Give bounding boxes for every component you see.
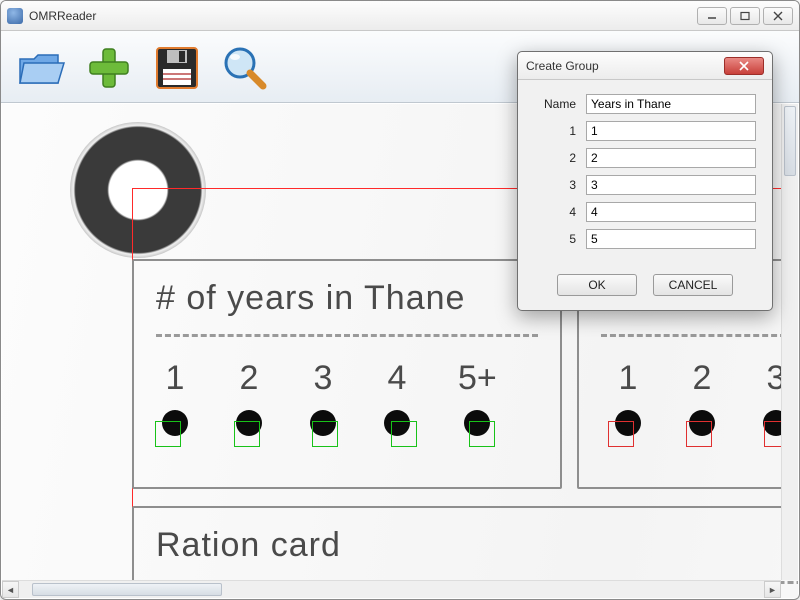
window-title: OMRReader <box>29 9 697 23</box>
floppy-save-icon <box>150 43 202 91</box>
horizontal-scrollbar[interactable]: ◄ ► <box>2 580 781 598</box>
value-4-field[interactable] <box>586 202 756 222</box>
java-icon <box>7 8 23 24</box>
form-group-years: # of years in Thane 1 2 3 4 5+ <box>132 259 562 489</box>
group-header: # of years in Thane <box>156 279 538 318</box>
scroll-left-icon[interactable]: ◄ <box>2 581 19 598</box>
value-5-field[interactable] <box>586 229 756 249</box>
ok-button[interactable]: OK <box>557 274 637 296</box>
registration-mark-icon <box>70 122 206 258</box>
dialog-title: Create Group <box>526 59 724 73</box>
detected-bubble-marker[interactable] <box>608 421 634 447</box>
field-label: 4 <box>534 205 586 219</box>
value-1-field[interactable] <box>586 121 756 141</box>
titlebar: OMRReader <box>1 1 799 31</box>
option-label: 4 <box>384 359 410 398</box>
detected-bubble-marker[interactable] <box>312 421 338 447</box>
folder-open-icon <box>14 43 66 91</box>
option-label: 5+ <box>458 359 497 398</box>
detected-bubble-marker[interactable] <box>686 421 712 447</box>
option-label: 3 <box>310 359 336 398</box>
field-label: Name <box>534 97 586 111</box>
create-group-dialog: Create Group Name 1 2 3 4 5 OK CANCEL <box>517 51 773 311</box>
dashed-divider <box>156 334 538 337</box>
name-field[interactable] <box>586 94 756 114</box>
cancel-button[interactable]: CANCEL <box>653 274 733 296</box>
value-2-field[interactable] <box>586 148 756 168</box>
save-button[interactable] <box>145 36 207 98</box>
plus-icon <box>82 43 134 91</box>
minimize-button[interactable] <box>697 7 727 25</box>
option-label: 2 <box>236 359 262 398</box>
scroll-thumb[interactable] <box>784 106 796 176</box>
option-label: 1 <box>162 359 188 398</box>
close-button[interactable] <box>763 7 793 25</box>
close-icon <box>738 61 750 71</box>
magnifier-icon <box>218 43 270 91</box>
field-label: 2 <box>534 151 586 165</box>
field-label: 3 <box>534 178 586 192</box>
option-label: 2 <box>689 359 715 398</box>
scroll-right-icon[interactable]: ► <box>764 581 781 598</box>
detected-bubble-marker[interactable] <box>469 421 495 447</box>
detected-bubble-marker[interactable] <box>234 421 260 447</box>
field-label: 5 <box>534 232 586 246</box>
group-header: Ration card <box>156 526 341 565</box>
zoom-button[interactable] <box>213 36 275 98</box>
scroll-thumb[interactable] <box>32 583 222 596</box>
vertical-scrollbar[interactable] <box>781 104 798 580</box>
add-button[interactable] <box>77 36 139 98</box>
dashed-divider <box>601 334 798 337</box>
detected-bubble-marker[interactable] <box>391 421 417 447</box>
dialog-close-button[interactable] <box>724 57 764 75</box>
option-label: 1 <box>615 359 641 398</box>
value-3-field[interactable] <box>586 175 756 195</box>
dialog-titlebar[interactable]: Create Group <box>518 52 772 80</box>
app-window: OMRReader <box>0 0 800 600</box>
open-button[interactable] <box>9 36 71 98</box>
maximize-button[interactable] <box>730 7 760 25</box>
detected-bubble-marker[interactable] <box>155 421 181 447</box>
field-label: 1 <box>534 124 586 138</box>
